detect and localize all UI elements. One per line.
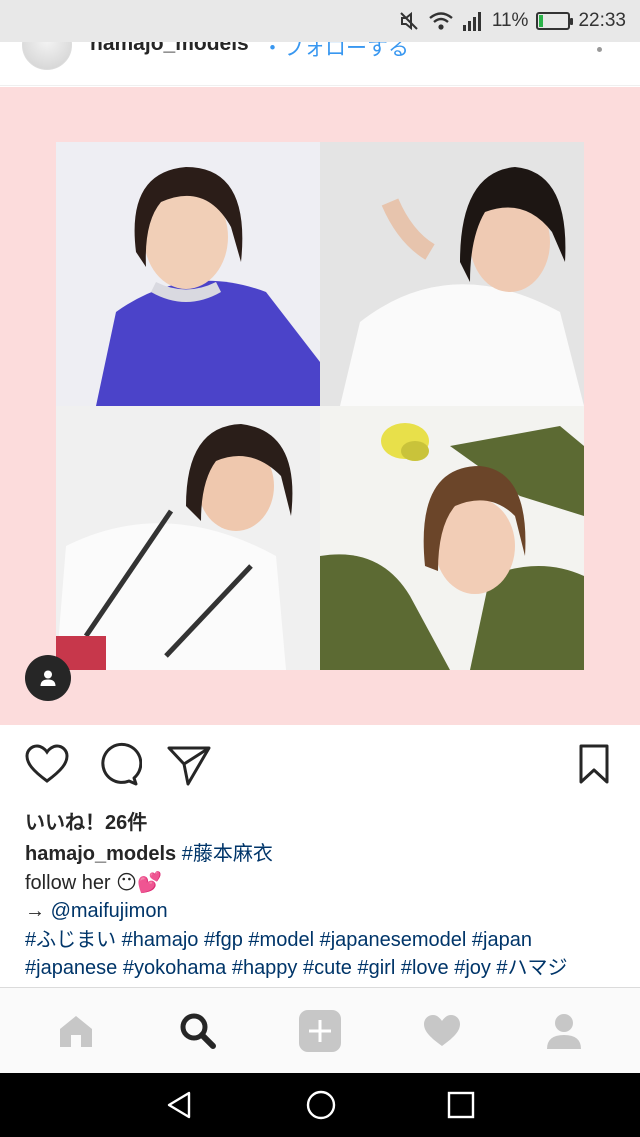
- caption-text: follow her: [25, 871, 117, 894]
- like-count[interactable]: いいね！26件: [25, 806, 147, 835]
- search-icon: [180, 1013, 216, 1049]
- wifi-icon: [429, 12, 453, 30]
- emoji: 😶💕: [116, 871, 162, 894]
- post-caption: hamajo_models #藤本麻衣 follow her 😶💕 → @mai…: [25, 840, 625, 983]
- heart-icon[interactable]: [24, 742, 70, 788]
- home-circle-icon[interactable]: [305, 1089, 337, 1121]
- photo-collage: [56, 142, 584, 670]
- back-icon[interactable]: [165, 1090, 195, 1120]
- hashtag-link[interactable]: #藤本麻衣: [182, 843, 273, 865]
- post-image[interactable]: [0, 87, 640, 725]
- status-time: 22:33: [578, 10, 626, 31]
- share-icon[interactable]: [166, 742, 212, 788]
- user-tag-icon: [40, 670, 56, 686]
- nav-activity[interactable]: [410, 999, 474, 1063]
- activity-heart-icon: [424, 1014, 460, 1046]
- profile-icon: [547, 1013, 581, 1049]
- avatar[interactable]: [22, 42, 72, 70]
- mute-icon: [400, 11, 418, 31]
- signal-icon: [462, 12, 481, 31]
- status-bar: 11% 22:33: [0, 0, 640, 42]
- comment-icon[interactable]: [96, 742, 142, 788]
- follow-button[interactable]: ・フォローする: [262, 42, 409, 62]
- post-header: hamajo_models ・フォローする: [0, 42, 640, 86]
- post-username[interactable]: hamajo_models: [90, 42, 249, 56]
- add-icon: [299, 1009, 341, 1052]
- photo-bottom-right: [320, 406, 584, 670]
- hashtags-line-1[interactable]: #ふじまい #hamajo #fgp #model #japanesemodel…: [25, 929, 532, 951]
- nav-search[interactable]: [166, 999, 230, 1063]
- battery-percent: 11%: [491, 10, 529, 31]
- caption-arrow: →: [25, 900, 51, 922]
- caption-username[interactable]: hamajo_models: [25, 843, 176, 865]
- nav-add[interactable]: [288, 999, 352, 1063]
- hashtags-line-2[interactable]: #japanese #yokohama #happy #cute #girl #…: [25, 957, 568, 979]
- post-actions: [0, 742, 640, 796]
- bookmark-icon[interactable]: [578, 742, 610, 788]
- nav-profile[interactable]: [532, 999, 596, 1063]
- photo-top-left: [56, 142, 320, 406]
- photo-top-right: [320, 142, 584, 406]
- photo-bottom-left: [56, 406, 320, 670]
- mention-link[interactable]: @maifujimon: [51, 900, 168, 922]
- battery-level: [539, 15, 543, 27]
- battery-icon: [536, 12, 574, 30]
- system-navigation-bar: [0, 1073, 640, 1137]
- home-icon: [60, 1015, 92, 1047]
- more-options-icon[interactable]: [597, 47, 602, 52]
- tagged-users-button[interactable]: [25, 655, 71, 701]
- recents-icon[interactable]: [447, 1091, 475, 1119]
- nav-home[interactable]: [44, 999, 108, 1063]
- bottom-navigation: [0, 987, 640, 1073]
